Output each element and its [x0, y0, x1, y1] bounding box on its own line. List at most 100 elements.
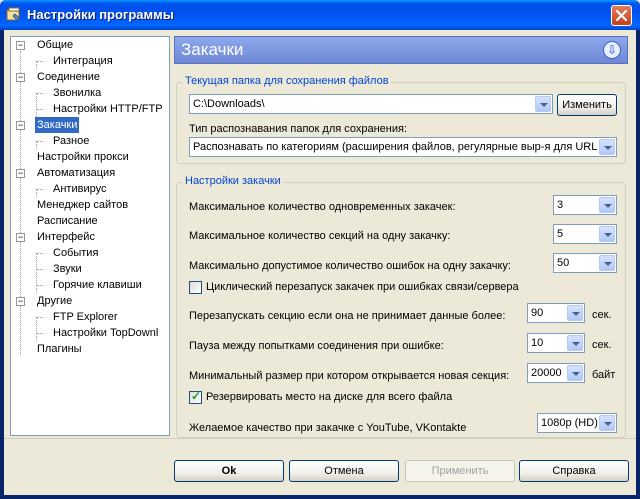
- tree-item-plugins[interactable]: Плагины: [35, 341, 84, 357]
- apply-button[interactable]: Применить: [405, 460, 515, 482]
- tree-connector: [37, 285, 43, 286]
- tree-item-site-manager[interactable]: Менеджер сайтов: [35, 197, 130, 213]
- app-icon: [6, 7, 21, 22]
- pause-value: 10: [531, 337, 544, 349]
- window-title: Настройки программы: [27, 7, 174, 22]
- tree-item-interface[interactable]: Интерфейс: [35, 229, 97, 245]
- tree-item-proxy[interactable]: Настройки прокси: [35, 149, 131, 165]
- tree-item-other[interactable]: Другие: [35, 293, 74, 309]
- tree-item-sounds[interactable]: Звуки: [51, 261, 84, 277]
- max-sections-value: 5: [557, 228, 564, 240]
- max-errors-label: Максимально допустимое количество ошибок…: [189, 260, 511, 272]
- ok-button[interactable]: Ok: [174, 460, 284, 482]
- tree-item-ftp-explorer[interactable]: FTP Explorer: [51, 309, 120, 325]
- download-folder-combo[interactable]: C:\Downloads\: [189, 94, 553, 114]
- restart-section-value: 90: [531, 307, 544, 319]
- folder-type-combo[interactable]: Распознавать по категориям (расширения ф…: [189, 137, 617, 157]
- max-sections-label: Максимальное количество секций на одну з…: [189, 230, 451, 242]
- tree-item-misc[interactable]: Разное: [51, 133, 91, 149]
- tree-connector: [36, 61, 37, 69]
- tree-item-general[interactable]: Общие: [35, 37, 75, 53]
- pause-combo[interactable]: 10: [527, 333, 585, 353]
- change-folder-button[interactable]: Изменить: [557, 94, 617, 116]
- window-client-area: − Общие Интеграция − Соединение Звонилка…: [4, 30, 636, 495]
- chevron-down-icon[interactable]: [599, 139, 615, 155]
- tree-connector: [37, 189, 43, 190]
- tree-item-dialer[interactable]: Звонилка: [51, 85, 103, 101]
- reserve-space-label[interactable]: Резервировать место на диске для всего ф…: [206, 391, 452, 403]
- restart-section-combo[interactable]: 90: [527, 303, 585, 323]
- tree-item-events[interactable]: События: [51, 245, 100, 261]
- collapse-icon[interactable]: −: [16, 41, 25, 50]
- tree-item-schedule[interactable]: Расписание: [35, 213, 100, 229]
- pause-unit: сек.: [592, 339, 612, 351]
- tree-connector: [36, 253, 37, 293]
- max-errors-combo[interactable]: 50: [553, 253, 617, 273]
- tree-connector: [37, 333, 43, 334]
- collapse-icon[interactable]: −: [16, 169, 25, 178]
- settings-tree[interactable]: − Общие Интеграция − Соединение Звонилка…: [10, 36, 170, 436]
- download-settings-group: Настройки закачки Максимальное количеств…: [176, 175, 626, 438]
- quality-value: 1080p (HD): [541, 417, 598, 429]
- tree-item-topdownloads[interactable]: Настройки TopDownl: [51, 325, 160, 341]
- settings-group-legend: Настройки закачки: [183, 175, 283, 187]
- max-errors-value: 50: [557, 257, 570, 269]
- chevron-down-icon[interactable]: [599, 255, 615, 271]
- tree-connector: [37, 109, 43, 110]
- folder-group: Текущая папка для сохранения файлов C:\D…: [176, 75, 626, 164]
- collapse-icon[interactable]: −: [16, 297, 25, 306]
- chevron-down-icon[interactable]: [567, 365, 583, 381]
- tree-connector: [37, 253, 43, 254]
- max-downloads-combo[interactable]: 3: [553, 195, 617, 215]
- tree-item-automation[interactable]: Автоматизация: [35, 165, 117, 181]
- chevron-down-icon[interactable]: [599, 415, 615, 431]
- max-downloads-label: Максимальное количество одновременных за…: [189, 201, 456, 213]
- close-button[interactable]: [611, 5, 632, 26]
- folder-type-label: Тип распознавания папок для сохранения:: [189, 123, 408, 135]
- download-arrow-icon: ⇩: [603, 41, 621, 59]
- reserve-space-checkbox[interactable]: [189, 389, 202, 404]
- tree-connector: [36, 189, 37, 197]
- chevron-down-icon[interactable]: [567, 305, 583, 321]
- min-size-value: 20000: [531, 367, 562, 379]
- tree-connector: [36, 93, 37, 117]
- tree-item-connection[interactable]: Соединение: [35, 69, 102, 85]
- tree-item-hotkeys[interactable]: Горячие клавиши: [51, 277, 144, 293]
- collapse-icon[interactable]: −: [16, 121, 25, 130]
- tree-connector: [37, 269, 43, 270]
- tree-connector: [20, 51, 21, 355]
- min-size-combo[interactable]: 20000: [527, 363, 585, 383]
- tree-item-integration[interactable]: Интеграция: [51, 53, 115, 69]
- max-downloads-value: 3: [557, 199, 564, 211]
- min-size-label: Минимальный размер при котором открывает…: [189, 370, 510, 382]
- tree-connector: [36, 317, 37, 341]
- cancel-button[interactable]: Отмена: [289, 460, 399, 482]
- chevron-down-icon[interactable]: [567, 335, 583, 351]
- max-sections-combo[interactable]: 5: [553, 224, 617, 244]
- tree-item-antivirus[interactable]: Антивирус: [51, 181, 108, 197]
- restart-section-label: Перезапускать секцию если она не принима…: [189, 310, 506, 322]
- tree-connector: [36, 141, 37, 149]
- chevron-down-icon[interactable]: [599, 197, 615, 213]
- tree-item-downloads[interactable]: Закачки: [35, 117, 80, 133]
- tree-connector: [37, 317, 43, 318]
- tree-item-http-ftp[interactable]: Настройки HTTP/FTP: [51, 101, 165, 117]
- min-size-unit: байт: [592, 369, 616, 381]
- chevron-down-icon[interactable]: [599, 226, 615, 242]
- tree-connector: [37, 61, 43, 62]
- title-bar[interactable]: Настройки программы: [0, 0, 640, 30]
- cyclic-restart-checkbox[interactable]: [189, 281, 202, 294]
- chevron-down-icon[interactable]: [535, 96, 551, 112]
- collapse-icon[interactable]: −: [16, 233, 25, 242]
- bottom-separator: [4, 438, 636, 439]
- section-title: Закачки: [181, 40, 244, 59]
- folder-group-legend: Текущая папка для сохранения файлов: [183, 75, 391, 87]
- quality-combo[interactable]: 1080p (HD): [537, 413, 617, 433]
- restart-section-unit: сек.: [592, 309, 612, 321]
- section-header: Закачки ⇩: [174, 36, 628, 64]
- cyclic-restart-label[interactable]: Циклический перезапуск закачек при ошибк…: [206, 281, 519, 293]
- collapse-icon[interactable]: −: [16, 73, 25, 82]
- tree-connector: [37, 93, 43, 94]
- folder-type-value: Распознавать по категориям (расширения ф…: [193, 141, 597, 153]
- help-button[interactable]: Справка: [519, 460, 629, 482]
